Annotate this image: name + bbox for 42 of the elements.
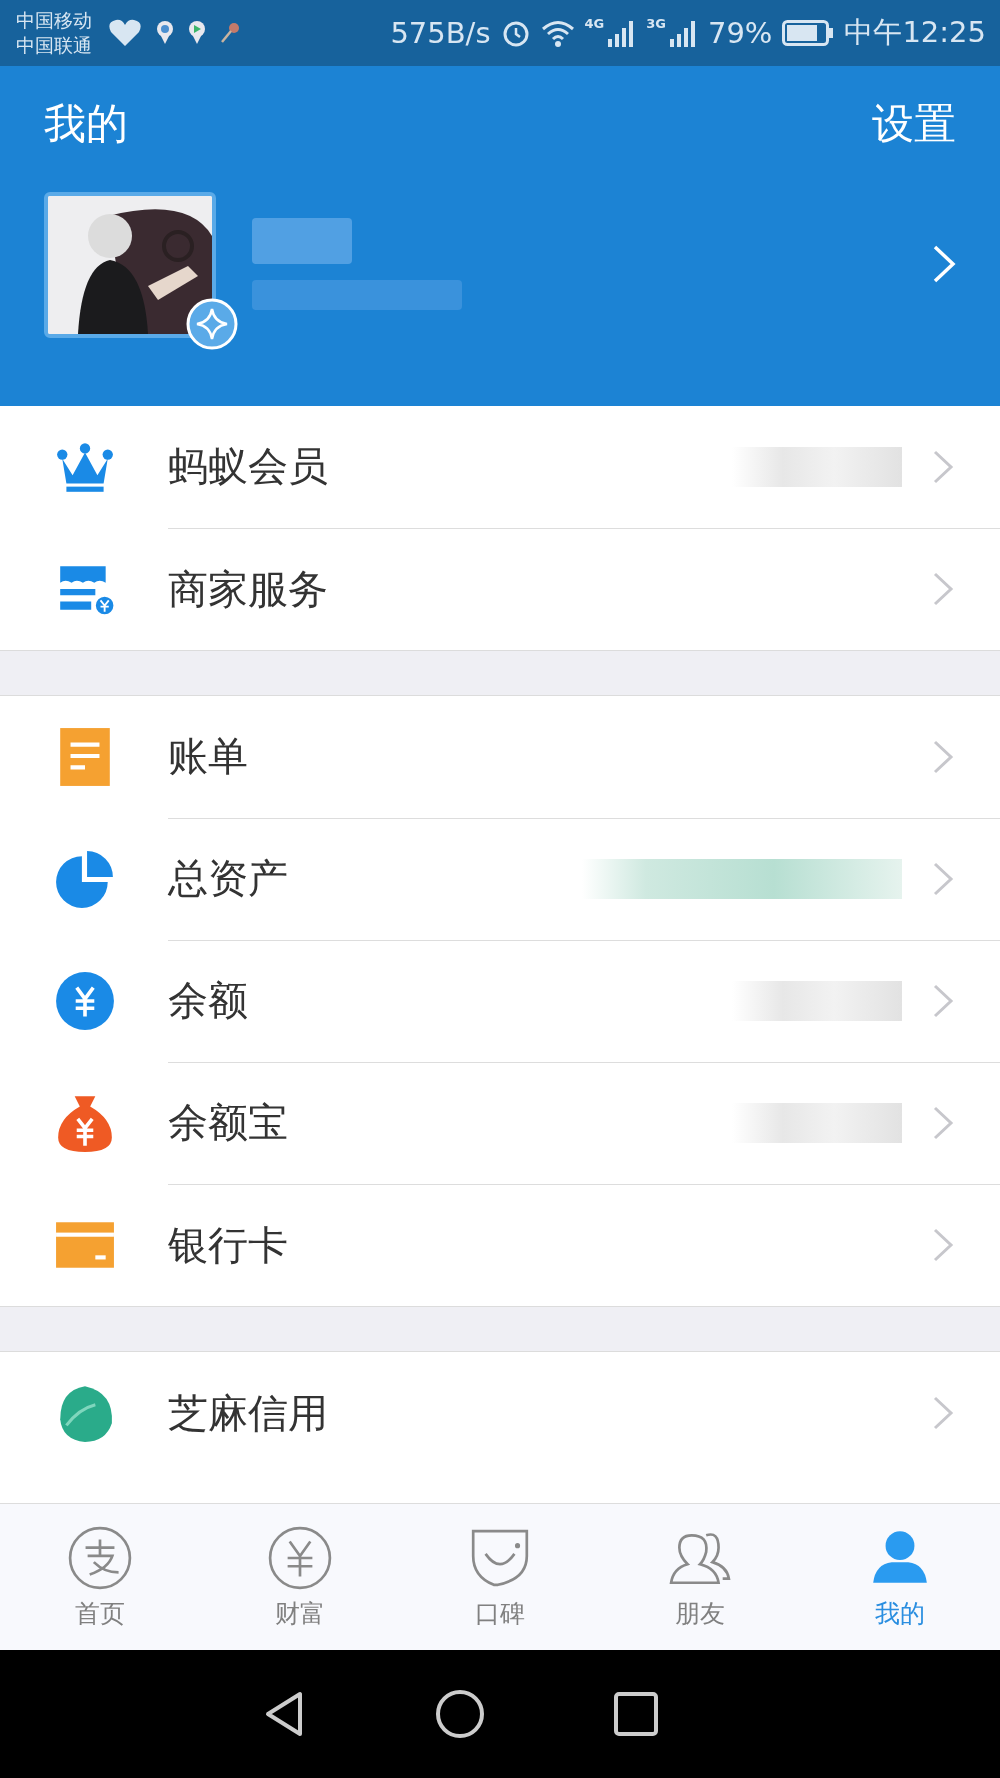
menu-label: 芝麻信用 xyxy=(168,1388,329,1438)
settings-link[interactable]: 设置 xyxy=(872,96,956,152)
tab[interactable]: 口碑 xyxy=(400,1504,600,1650)
clock: 中午12:25 xyxy=(844,14,986,51)
carrier-name: 中国移动 xyxy=(16,8,92,33)
pin-icon xyxy=(188,20,206,46)
pin-icon xyxy=(156,20,174,46)
network-speed: 575B/s xyxy=(390,16,491,50)
chevron-right-icon xyxy=(932,1104,954,1141)
wifi-icon xyxy=(540,19,575,47)
battery-icon xyxy=(782,20,835,46)
network-type: 4G xyxy=(584,16,605,31)
alipay-icon xyxy=(67,1524,133,1591)
page-title: 我的 xyxy=(44,98,128,150)
chevron-right-icon[interactable] xyxy=(932,244,956,284)
yuan-icon xyxy=(267,1524,333,1591)
chevron-right-icon xyxy=(932,571,954,607)
tab[interactable]: 朋友 xyxy=(600,1504,800,1650)
chevron-right-icon xyxy=(932,982,954,1019)
menu-label: 蚂蚁会员 xyxy=(168,442,329,491)
menu-label: 商家服务 xyxy=(168,564,329,614)
heart-icon xyxy=(108,18,142,48)
battery-level: 79% xyxy=(707,16,773,50)
chevron-right-icon xyxy=(932,1227,954,1263)
carrier-name: 中国联通 xyxy=(16,33,92,58)
menu-label: 余额 xyxy=(168,976,249,1025)
key-icon xyxy=(220,22,240,44)
tab[interactable]: 首页 xyxy=(0,1504,200,1650)
chevron-right-icon xyxy=(932,448,954,485)
menu-label: 账单 xyxy=(168,732,249,781)
chevron-right-icon xyxy=(932,860,954,897)
tab[interactable]: 财富 xyxy=(200,1504,400,1650)
signal-icon xyxy=(667,19,698,47)
network-type: 3G xyxy=(646,16,666,31)
star-badge-icon xyxy=(186,298,238,350)
menu-label: 总资产 xyxy=(168,854,289,903)
pie-chart-icon xyxy=(54,848,116,910)
yuan-coin-icon xyxy=(54,970,116,1032)
chevron-right-icon xyxy=(932,1395,954,1431)
menu-label: 银行卡 xyxy=(168,1220,289,1270)
chevron-right-icon xyxy=(932,738,954,775)
menu-label: 余额宝 xyxy=(168,1098,289,1147)
